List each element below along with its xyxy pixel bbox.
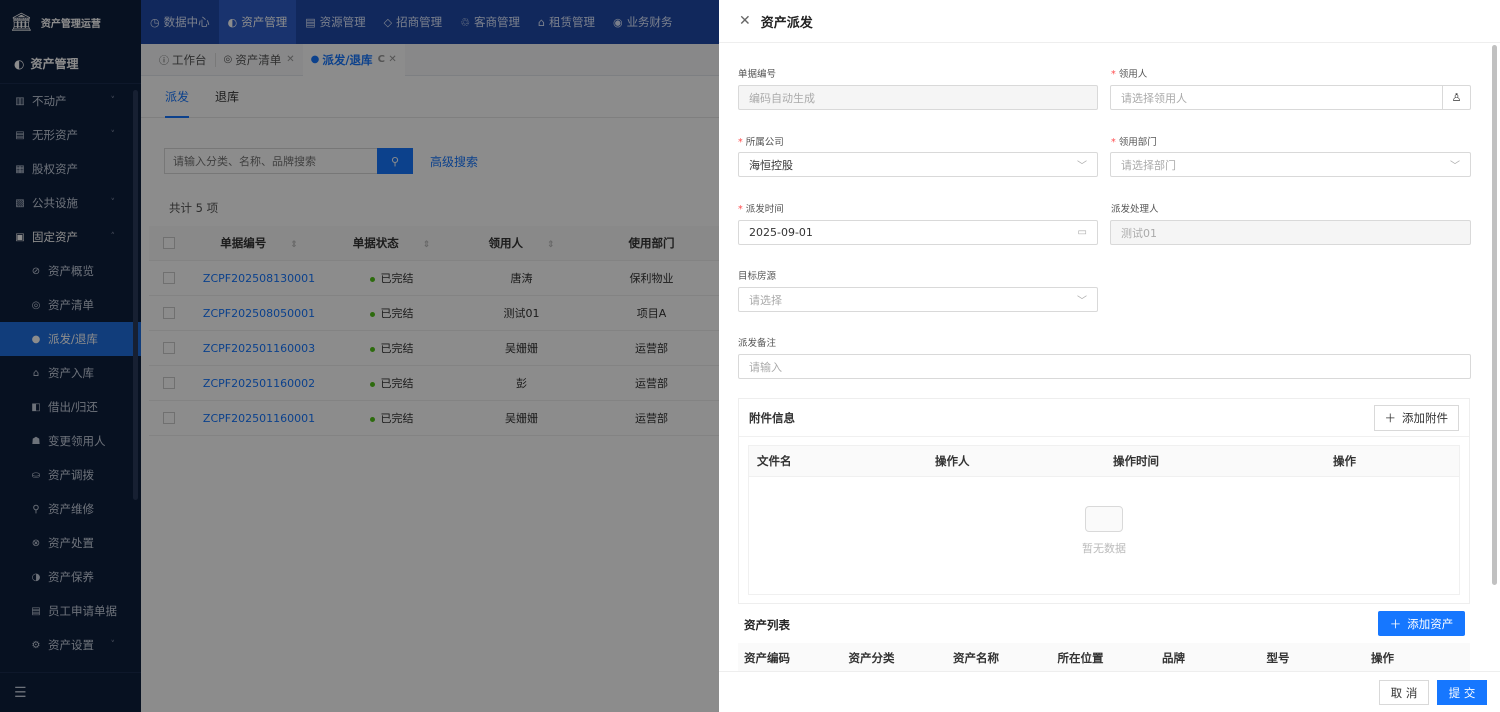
asset-list-title: 资产列表 xyxy=(744,618,790,632)
empty-state: 暂无数据 xyxy=(749,506,1459,556)
code-field: 编码自动生成 xyxy=(738,85,1098,110)
user-label: * 领用人 xyxy=(1111,66,1147,80)
add-attachment-button[interactable]: ＋ 添加附件 xyxy=(1373,405,1459,431)
drawer-header: ✕ 资产派发 xyxy=(719,0,1500,43)
company-label: * 所属公司 xyxy=(738,134,784,148)
required-mark: * xyxy=(1111,69,1116,80)
room-placeholder: 请选择 xyxy=(749,293,782,307)
dept-placeholder: 请选择部门 xyxy=(1121,158,1176,172)
code-label: 单据编号 xyxy=(738,66,776,80)
handler-label: 派发处理人 xyxy=(1111,201,1159,215)
chevron-down-icon: ﹀ xyxy=(1450,161,1460,172)
handler-field: 测试01 xyxy=(1110,220,1471,245)
code-value: 编码自动生成 xyxy=(749,91,815,105)
add-asset-button[interactable]: ＋ 添加资产 xyxy=(1378,611,1465,636)
time-label: * 派发时间 xyxy=(738,201,784,215)
chevron-down-icon: ﹀ xyxy=(1077,296,1087,307)
attachment-header: 附件信息 ＋ 添加附件 xyxy=(739,399,1469,437)
column-header: 操作人 xyxy=(935,454,970,468)
label-text: 领用部门 xyxy=(1118,137,1157,148)
dispatch-date-picker[interactable]: 2025-09-01 ▭ xyxy=(738,220,1098,245)
drawer-footer: 取 消 提 交 xyxy=(719,671,1500,712)
remark-label: 派发备注 xyxy=(738,335,776,349)
drawer-title: 资产派发 xyxy=(760,15,813,31)
label-text: 派发处理人 xyxy=(1111,204,1159,215)
column-header: 型号 xyxy=(1266,651,1290,665)
empty-inbox-icon xyxy=(1085,506,1123,532)
required-mark: * xyxy=(1111,137,1116,148)
remark-placeholder: 请输入 xyxy=(749,360,782,374)
remark-input[interactable]: 请输入 xyxy=(738,354,1471,379)
plus-icon: ＋ xyxy=(1384,411,1397,425)
column-header: 资产分类 xyxy=(848,651,895,665)
dept-select[interactable]: 请选择部门 ﹀ xyxy=(1110,152,1471,177)
chevron-down-icon: ﹀ xyxy=(1077,161,1087,172)
calendar-icon: ▭ xyxy=(1077,227,1087,238)
asset-table-header: 资产编码 资产分类 资产名称 所在位置 品牌 型号 操作 xyxy=(738,643,1470,673)
column-header: 操作 xyxy=(1371,651,1394,665)
attachment-title: 附件信息 xyxy=(749,410,795,425)
cancel-button[interactable]: 取 消 xyxy=(1379,680,1429,705)
user-placeholder: 请选择领用人 xyxy=(1121,91,1187,105)
button-label: 添加附件 xyxy=(1402,411,1448,425)
column-header: 所在位置 xyxy=(1057,651,1104,665)
column-header: 操作 xyxy=(1333,454,1356,468)
submit-button[interactable]: 提 交 xyxy=(1437,680,1487,705)
label-text: 领用人 xyxy=(1118,69,1148,80)
dept-label: * 领用部门 xyxy=(1111,134,1157,148)
company-select[interactable]: 海恒控股 ﹀ xyxy=(738,152,1098,177)
user-select[interactable]: 请选择领用人 ♙ xyxy=(1110,85,1471,110)
attachment-table: 文件名 操作人 操作时间 操作 暂无数据 xyxy=(748,445,1460,595)
button-label: 添加资产 xyxy=(1407,616,1454,631)
date-value: 2025-09-01 xyxy=(749,226,813,239)
close-icon[interactable]: ✕ xyxy=(739,13,751,29)
label-text: 单据编号 xyxy=(738,69,777,80)
company-value: 海恒控股 xyxy=(749,158,793,172)
column-header: 资产名称 xyxy=(953,651,999,665)
user-picker-icon[interactable]: ♙ xyxy=(1442,86,1470,109)
column-header: 文件名 xyxy=(757,454,792,468)
required-mark: * xyxy=(738,204,743,215)
label-text: 派发备注 xyxy=(738,338,777,349)
column-header: 操作时间 xyxy=(1113,454,1159,468)
column-header: 资产编码 xyxy=(744,651,790,665)
required-mark: * xyxy=(738,137,743,148)
label-text: 目标房源 xyxy=(738,271,777,282)
room-select[interactable]: 请选择 ﹀ xyxy=(738,287,1098,312)
column-header: 品牌 xyxy=(1162,651,1185,665)
attachment-table-header: 文件名 操作人 操作时间 操作 xyxy=(749,446,1459,477)
modal-overlay[interactable] xyxy=(0,0,719,712)
plus-icon: ＋ xyxy=(1389,616,1402,631)
room-label: 目标房源 xyxy=(738,268,776,282)
handler-value: 测试01 xyxy=(1121,226,1157,240)
drawer-scrollbar[interactable] xyxy=(1492,45,1497,585)
label-text: 所属公司 xyxy=(745,137,784,148)
label-text: 派发时间 xyxy=(745,204,784,215)
empty-text: 暂无数据 xyxy=(1082,542,1126,555)
attachment-section: 附件信息 ＋ 添加附件 文件名 操作人 操作时间 操作 暂无数据 xyxy=(738,398,1470,604)
